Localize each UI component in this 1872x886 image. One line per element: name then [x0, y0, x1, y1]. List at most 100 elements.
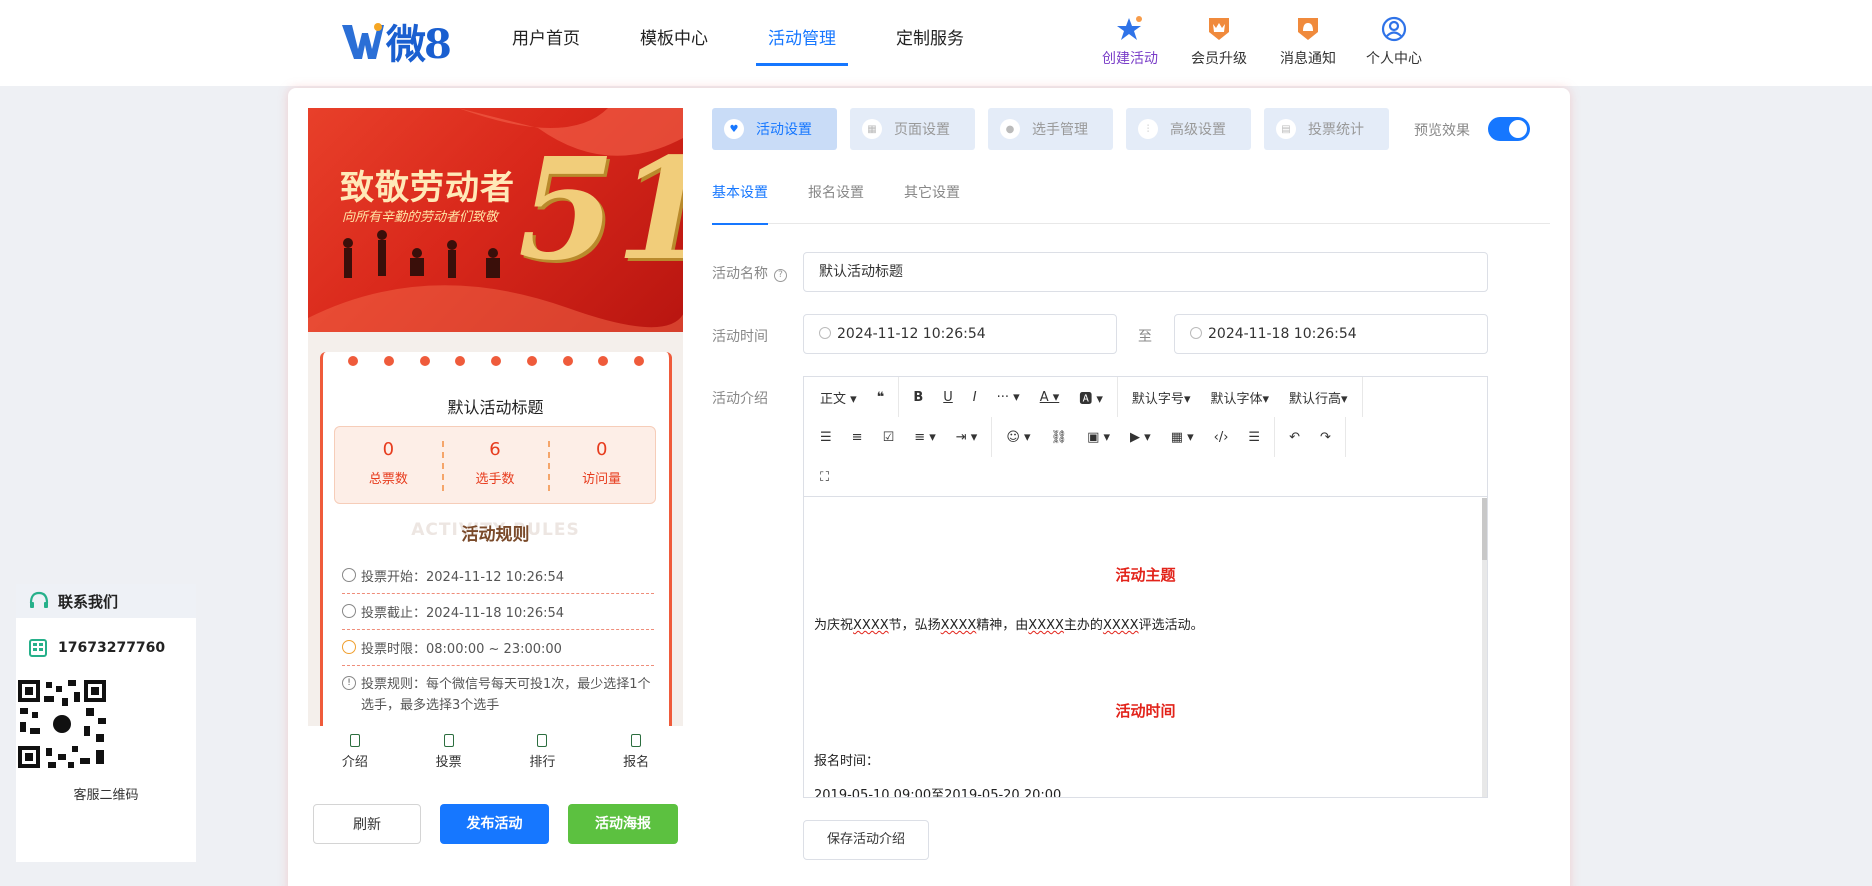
refresh-button[interactable]: 刷新	[313, 804, 421, 844]
nav-item-templates[interactable]: 模板中心	[628, 0, 720, 86]
tab-label: 介绍	[341, 755, 368, 770]
stat-label: 访问量	[582, 472, 622, 487]
paragraph-select[interactable]: 正文 ▾	[810, 388, 867, 407]
toolbar-row-1: 正文 ▾ ❝ B U I ··· ▾ A ▾ 🅰 ▾ 默认字号▾ 默认字体▾ 默…	[810, 377, 1367, 417]
logo-text: 微8	[386, 21, 452, 68]
line-height-select[interactable]: 默认行高▾	[1279, 388, 1358, 407]
phone-number: 17673277760	[58, 640, 166, 656]
image-icon[interactable]: ▣ ▾	[1077, 430, 1120, 445]
ranking-icon	[537, 734, 548, 747]
tab-advanced-settings[interactable]: ⫶ 高级设置	[1126, 108, 1251, 150]
member-upgrade-button[interactable]: 会员升级	[1191, 14, 1247, 68]
stats-panel: 0 总票数 6 选手数 0 访问量	[334, 426, 656, 504]
notifications-button[interactable]: 消息通知	[1280, 14, 1336, 68]
bullet-list-icon[interactable]: ☰	[810, 430, 842, 445]
more-format-button[interactable]: ··· ▾	[987, 390, 1030, 405]
italic-icon[interactable]: I	[963, 390, 987, 405]
numbered-list-icon[interactable]: ≡	[842, 430, 873, 445]
rule-text: 投票截止：2024-11-18 10:26:54	[361, 606, 565, 621]
preview-tabbar: 介绍 投票 排行 报名	[308, 726, 683, 786]
align-icon[interactable]: ≡ ▾	[904, 430, 946, 445]
phone-icon	[29, 639, 47, 657]
background-color-icon[interactable]: 🅰 ▾	[1069, 388, 1113, 407]
tab-signup[interactable]: 报名	[589, 726, 683, 786]
rules-heading: 活动规则	[461, 525, 530, 545]
divider-icon[interactable]: ☰	[1238, 430, 1270, 445]
preview-toggle[interactable]	[1488, 117, 1530, 141]
redo-icon[interactable]: ↷	[1310, 430, 1341, 445]
code-icon[interactable]: ‹/›	[1204, 430, 1239, 445]
tab-ranking[interactable]: 排行	[496, 726, 590, 786]
font-family-select[interactable]: 默认字体▾	[1200, 388, 1279, 407]
subtab-signup[interactable]: 报名设置	[808, 178, 864, 224]
subtab-basic[interactable]: 基本设置	[712, 178, 768, 225]
preview-effect-label: 预览效果	[1414, 123, 1470, 139]
chart-icon: ▤	[1276, 119, 1296, 139]
banner-title: 致敬劳动者	[340, 168, 515, 208]
save-intro-button[interactable]: 保存活动介绍	[803, 820, 929, 860]
tab-vote[interactable]: 投票	[402, 726, 496, 786]
nav-item-custom-service[interactable]: 定制服务	[884, 0, 976, 86]
tab-intro[interactable]: 介绍	[308, 726, 402, 786]
contact-phone: 17673277760	[16, 618, 196, 678]
activity-poster-button[interactable]: 活动海报	[568, 804, 678, 844]
font-size-select[interactable]: 默认字号▾	[1122, 388, 1201, 407]
todo-icon[interactable]: ☑	[873, 430, 905, 445]
indent-icon[interactable]: ⇥ ▾	[946, 430, 988, 445]
link-icon[interactable]: ⛓	[1041, 430, 1078, 445]
top-navbar: 微8 用户首页 模板中心 活动管理 定制服务 创建活动 会员升级 消息通知 个人…	[0, 0, 1872, 86]
undo-icon[interactable]: ↶	[1279, 430, 1310, 445]
tab-vote-statistics[interactable]: ▤ 投票统计	[1264, 108, 1389, 150]
label-text: 活动名称	[712, 266, 768, 282]
editor-toolbar: 正文 ▾ ❝ B U I ··· ▾ A ▾ 🅰 ▾ 默认字号▾ 默认字体▾ 默…	[804, 377, 1487, 497]
activity-time-label: 活动时间	[712, 329, 768, 345]
nav-item-home[interactable]: 用户首页	[500, 0, 592, 86]
tab-label: 投票	[435, 755, 462, 770]
headset-icon	[29, 591, 49, 608]
activity-banner: 致敬劳动者 向所有辛勤的劳动者们致敬 51	[308, 108, 683, 332]
tab-activity-settings[interactable]: ♥ 活动设置	[712, 108, 837, 150]
profile-button[interactable]: 个人中心	[1366, 14, 1422, 68]
rule-text: 投票时限：08:00:00 ~ 23:00:00	[361, 642, 562, 657]
stat-visits: 0 访问量	[548, 427, 655, 503]
start-time-input[interactable]: 2024-11-12 10:26:54	[803, 314, 1117, 354]
stat-contestants: 6 选手数	[441, 427, 549, 503]
create-activity-label: 创建活动	[1102, 51, 1158, 67]
signup-icon	[631, 734, 642, 747]
clock-icon	[342, 568, 356, 582]
text-segment: 精神，由	[976, 618, 1029, 633]
tab-label: 活动设置	[756, 122, 812, 138]
scrollbar-thumb[interactable]	[1482, 498, 1487, 560]
publish-activity-button[interactable]: 发布活动	[440, 804, 549, 844]
bold-icon[interactable]: B	[903, 390, 933, 405]
toolbar-divider	[1361, 377, 1363, 417]
rich-text-editor: 正文 ▾ ❝ B U I ··· ▾ A ▾ 🅰 ▾ 默认字号▾ 默认字体▾ 默…	[803, 376, 1488, 798]
create-activity-button[interactable]: 创建活动	[1102, 14, 1158, 68]
paragraph-label: 正文	[820, 391, 847, 407]
tab-label: 投票统计	[1308, 122, 1364, 138]
underline-icon[interactable]: U	[933, 390, 963, 405]
tab-contestant-management[interactable]: ● 选手管理	[988, 108, 1113, 150]
logo[interactable]: 微8	[340, 18, 452, 68]
activity-name-input[interactable]: 默认活动标题	[803, 252, 1488, 292]
fullscreen-icon[interactable]: ⛶	[810, 470, 839, 485]
video-icon[interactable]: ▶ ▾	[1120, 430, 1161, 445]
help-icon[interactable]: ?	[774, 269, 787, 282]
toolbar-divider	[1344, 417, 1346, 457]
table-icon[interactable]: ▦ ▾	[1161, 430, 1204, 445]
rule-vote-window: 投票时限：08:00:00 ~ 23:00:00	[342, 638, 654, 666]
contact-header: 联系我们	[16, 584, 196, 618]
info-icon: !	[342, 676, 356, 690]
end-time-input[interactable]: 2024-11-18 10:26:54	[1174, 314, 1488, 354]
quote-icon[interactable]: ❝	[867, 390, 895, 405]
nav-item-activity-management[interactable]: 活动管理	[756, 0, 848, 86]
tab-label: 高级设置	[1170, 122, 1226, 138]
tab-page-settings[interactable]: ▦ 页面设置	[850, 108, 975, 150]
clock-icon	[342, 604, 356, 618]
font-color-icon[interactable]: A ▾	[1030, 390, 1070, 405]
editor-content[interactable]: 活动主题 为庆祝XXXX节，弘扬XXXX精神，由XXXX主办的XXXX评选活动。…	[804, 498, 1487, 797]
emoji-icon[interactable]: ☺ ▾	[996, 430, 1040, 445]
activity-intro-label: 活动介绍	[712, 391, 768, 407]
subtab-other[interactable]: 其它设置	[904, 178, 960, 224]
user-icon: ●	[1000, 119, 1020, 139]
